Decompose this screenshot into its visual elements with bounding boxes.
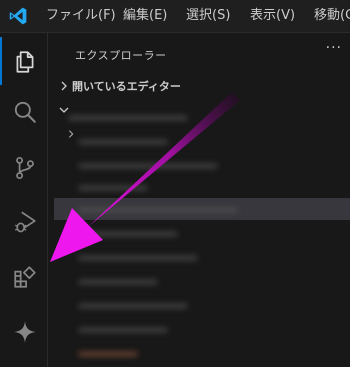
activity-copilot[interactable] — [0, 307, 48, 355]
menu-selection[interactable]: 選択(S) — [186, 7, 230, 25]
source-control-icon — [16, 156, 34, 180]
vscode-logo-icon — [9, 7, 27, 25]
section-label-open-editors: 開いているエディター — [72, 80, 181, 93]
vscode-window: ファイル(F) 編集(E) 選択(S) 表示(V) 移動(G — [0, 0, 350, 367]
activity-extensions[interactable] — [0, 252, 48, 300]
blurred-file-tree — [48, 105, 350, 367]
activity-run-debug[interactable] — [0, 197, 48, 245]
sidebar-more-button[interactable]: ··· — [326, 40, 342, 56]
activity-search[interactable] — [0, 87, 48, 135]
explorer-icon — [16, 51, 34, 73]
run-debug-icon — [14, 211, 36, 233]
menu-edit[interactable]: 編集(E) — [123, 7, 167, 25]
sidebar-title: エクスプローラー — [75, 49, 167, 62]
search-icon — [14, 101, 36, 123]
activity-bar — [0, 33, 48, 367]
activity-source-control[interactable] — [0, 143, 48, 191]
extensions-icon — [14, 266, 36, 288]
activity-explorer[interactable] — [0, 37, 48, 85]
menu-view[interactable]: 表示(V) — [250, 7, 295, 25]
chevron-right-icon — [61, 81, 67, 91]
menu-go[interactable]: 移動(G — [314, 7, 350, 25]
explorer-sidebar: エクスプローラー ··· 開いているエディター — [48, 33, 350, 367]
active-indicator — [0, 37, 2, 85]
copilot-icon — [14, 321, 36, 343]
section-open-editors[interactable]: 開いているエディター — [48, 75, 350, 97]
menu-file[interactable]: ファイル(F) — [46, 7, 116, 25]
title-bar: ファイル(F) 編集(E) 選択(S) 表示(V) 移動(G — [0, 0, 350, 33]
